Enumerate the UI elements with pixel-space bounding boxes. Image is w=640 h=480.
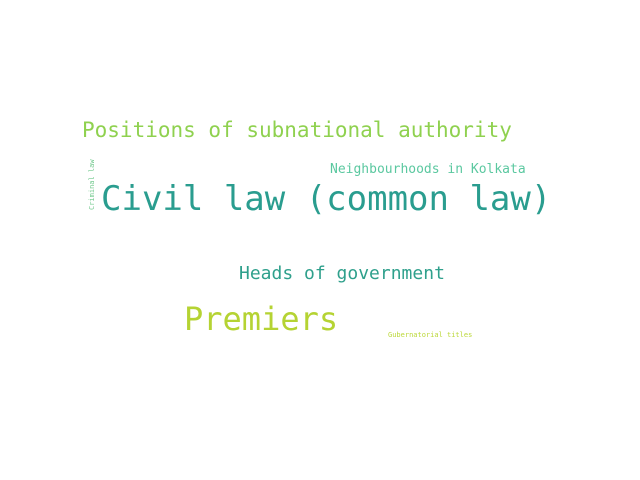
word-positions-of-subnational-authority: Positions of subnational authority [82,118,512,142]
word-criminal-law: Criminal law [88,159,96,210]
word-cloud: Positions of subnational authority Neigh… [0,0,640,480]
word-gubernatorial-titles: Gubernatorial titles [388,331,473,339]
word-civil-law-common-law: Civil law (common law) [101,179,552,219]
word-neighbourhoods-in-kolkata: Neighbourhoods in Kolkata [330,162,526,177]
word-heads-of-government: Heads of government [239,263,445,284]
word-premiers: Premiers [184,300,339,338]
